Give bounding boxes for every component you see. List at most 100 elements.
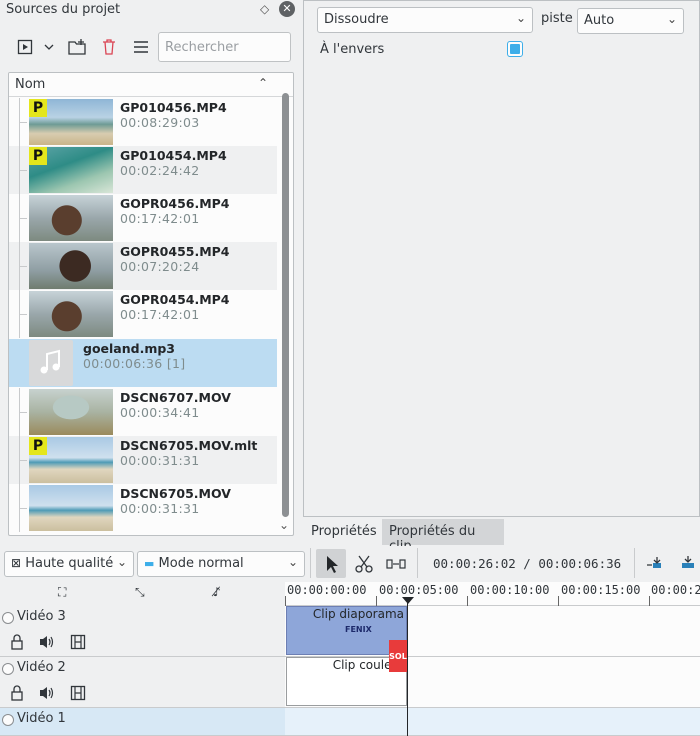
track-select-radio[interactable] [2, 714, 14, 726]
transition-select-value: Dissoudre [324, 12, 389, 27]
list-item[interactable]: P DSCN6705.MOV.mlt 00:00:31:31 [9, 436, 277, 484]
clip-thumb-text: FENIX [345, 625, 372, 634]
list-item[interactable]: DSCN6705.MOV 00:00:31:31 [9, 484, 277, 532]
ruler-label: 00:00:15:00 [561, 583, 641, 597]
ruler-label: 00:00:05:00 [379, 583, 459, 597]
lock-icon[interactable] [10, 634, 24, 654]
select-tool-button[interactable] [316, 549, 346, 578]
timecode-display: 00:00:26:02 / 00:00:06:36 [433, 556, 622, 571]
clip-name: goeland.mp3 [83, 341, 175, 356]
clip-thumbnail [29, 195, 113, 241]
clip-name: DSCN6705.MOV [120, 486, 231, 501]
track-name: Vidéo 2 [17, 660, 66, 675]
clip-name: GOPR0456.MP4 [120, 196, 230, 211]
list-item[interactable]: P GP010456.MP4 00:08:29:03 [9, 98, 277, 146]
proxy-badge: P [29, 147, 47, 165]
clip-thumbnail [29, 243, 113, 289]
overwrite-icon[interactable] [678, 555, 698, 575]
clip-label: Clip diaporama [312, 607, 404, 621]
list-item[interactable]: P GP010454.MP4 00:02:24:42 [9, 146, 277, 194]
add-clip-icon[interactable] [14, 38, 36, 56]
scroll-down-icon[interactable]: ⌄ [279, 518, 289, 532]
clip-duration: 00:00:31:31 [120, 453, 200, 468]
film-icon[interactable] [70, 685, 86, 705]
spacer-tool-icon[interactable] [386, 556, 406, 576]
insert-icon[interactable] [646, 555, 666, 575]
track-header-toolbar: ⛶ ⤡ ♪̸ [0, 582, 285, 606]
speaker-icon[interactable] [38, 634, 56, 654]
track-select-radio[interactable] [2, 663, 14, 675]
clip-duration: 00:00:34:41 [120, 405, 200, 420]
quality-select-value: Haute qualité [25, 556, 114, 571]
track-header-video2[interactable]: Vidéo 2 [0, 657, 285, 708]
clip-thumbnail [29, 389, 113, 435]
tab-clip-properties[interactable]: Propriétés du clip [382, 519, 504, 554]
clip-duration: 00:07:20:24 [120, 259, 200, 274]
mute-all-icon[interactable]: ♪̸ [213, 585, 221, 599]
speaker-icon[interactable] [38, 685, 56, 705]
collapse-icon[interactable]: ⛶ [58, 585, 66, 600]
audio-thumbnail [29, 340, 73, 386]
track-name: Vidéo 1 [17, 711, 66, 726]
clip-thumbnail [29, 291, 113, 337]
list-item[interactable]: DSCN6707.MOV 00:00:34:41 [9, 388, 277, 436]
float-icon[interactable]: ◇ [260, 2, 269, 16]
transition-select[interactable]: Dissoudre ⌄ [317, 7, 533, 33]
clip-duration: 00:17:42:01 [120, 211, 200, 226]
ruler-label: 00:00:00:00 [287, 583, 367, 597]
scrollbar[interactable] [280, 93, 292, 523]
mode-icon: ▬ [144, 557, 155, 570]
delete-icon[interactable] [99, 38, 119, 56]
quality-select[interactable]: ⊠ Haute qualité ⌄ [4, 551, 134, 577]
clip-duration: 00:00:06:36 [1] [83, 356, 186, 371]
edit-mode-select[interactable]: ▬ Mode normal ⌄ [137, 551, 305, 577]
track-header-video3[interactable]: Vidéo 3 [0, 606, 285, 657]
clip-thumbnail [29, 485, 113, 531]
music-note-icon [40, 349, 60, 374]
list-item[interactable]: GOPR0454.MP4 00:17:42:01 [9, 290, 277, 338]
chevron-down-icon[interactable] [42, 38, 56, 56]
track-select-radio[interactable] [2, 612, 14, 624]
close-icon[interactable]: ✕ [279, 1, 295, 17]
clip-name: DSCN6707.MOV [120, 390, 231, 405]
list-item[interactable]: GOPR0456.MP4 00:17:42:01 [9, 194, 277, 242]
pointer-icon [327, 556, 338, 573]
edit-mode-select-value: Mode normal [158, 556, 244, 571]
razor-tool-icon[interactable] [354, 554, 374, 578]
clip-duration: 00:08:29:03 [120, 115, 200, 130]
track-label: piste [541, 11, 573, 26]
proxy-badge: P [29, 99, 47, 117]
track-header-video1[interactable]: Vidéo 1 [0, 708, 285, 736]
clip-name: DSCN6705.MOV.mlt [120, 438, 258, 453]
clip-name: GP010454.MP4 [120, 148, 227, 163]
column-header-label: Nom [15, 77, 46, 92]
quality-icon: ⊠ [11, 556, 22, 570]
track-select-value: Auto [584, 13, 615, 28]
chevron-down-icon: ⌄ [116, 555, 127, 569]
list-item[interactable]: GOPR0455.MP4 00:07:20:24 [9, 242, 277, 290]
chevron-down-icon: ⌄ [287, 555, 298, 569]
new-folder-icon[interactable] [66, 38, 88, 56]
film-icon[interactable] [70, 634, 86, 654]
track-lane-video1[interactable] [285, 708, 700, 736]
timeline-ruler[interactable]: 00:00:00:00 00:00:05:00 00:00:10:00 00:0… [285, 582, 700, 606]
sort-icon[interactable]: ⌃ [258, 76, 268, 90]
list-item[interactable]: goeland.mp3 00:00:06:36 [1] [9, 339, 277, 387]
menu-icon[interactable] [130, 38, 152, 56]
reverse-label: À l'envers [320, 42, 385, 57]
playhead-handle[interactable] [402, 597, 414, 604]
reverse-checkbox[interactable] [507, 41, 523, 57]
clip-name: GP010456.MP4 [120, 100, 227, 115]
tab-properties[interactable]: Propriétés [304, 519, 382, 545]
expand-icon[interactable]: ⤡ [135, 585, 145, 600]
track-name: Vidéo 3 [17, 609, 66, 624]
properties-panel: Dissoudre ⌄ piste Auto ⌄ À l'envers [303, 0, 700, 517]
chevron-down-icon: ⌄ [515, 11, 526, 25]
clip-duration: 00:02:24:42 [120, 163, 200, 178]
column-header[interactable]: Nom ⌃ [9, 73, 293, 97]
lock-icon[interactable] [10, 685, 24, 705]
track-select[interactable]: Auto ⌄ [577, 8, 684, 34]
transition-marker[interactable]: SOL [389, 640, 407, 672]
search-input[interactable] [158, 32, 291, 62]
playhead[interactable] [407, 597, 408, 736]
